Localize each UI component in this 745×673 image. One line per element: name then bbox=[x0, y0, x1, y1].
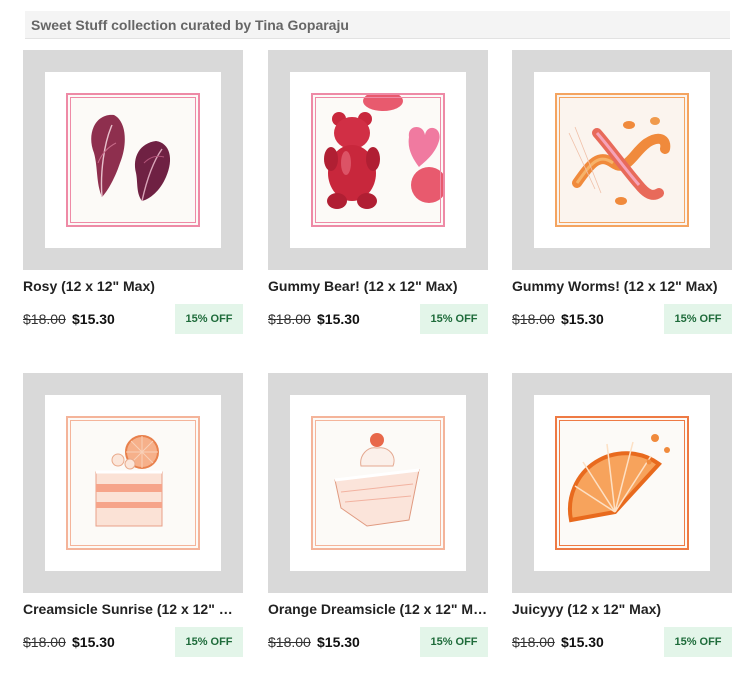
orange-slice-illustration bbox=[555, 416, 689, 550]
price-row: $18.00 $15.30 15% OFF bbox=[512, 627, 732, 657]
original-price: $18.00 bbox=[23, 634, 66, 650]
product-card[interactable]: Rosy (12 x 12" Max) $18.00 $15.30 15% OF… bbox=[23, 50, 243, 350]
product-mat bbox=[534, 72, 710, 248]
product-image-frame[interactable] bbox=[512, 373, 732, 593]
product-card[interactable]: Juicyyy (12 x 12" Max) $18.00 $15.30 15%… bbox=[512, 373, 732, 673]
price-row: $18.00 $15.30 15% OFF bbox=[512, 304, 732, 334]
product-card[interactable]: Gummy Bear! (12 x 12" Max) $18.00 $15.30… bbox=[268, 50, 488, 350]
price-row: $18.00 $15.30 15% OFF bbox=[268, 304, 488, 334]
product-mat bbox=[45, 72, 221, 248]
sale-price: $15.30 bbox=[561, 634, 604, 650]
original-price: $18.00 bbox=[268, 634, 311, 650]
sale-price: $15.30 bbox=[317, 634, 360, 650]
product-card[interactable]: Creamsicle Sunrise (12 x 12" Max) $18.00… bbox=[23, 373, 243, 673]
gummy-bear-illustration bbox=[311, 93, 445, 227]
gummy-worms-illustration bbox=[555, 93, 689, 227]
discount-badge: 15% OFF bbox=[664, 304, 732, 334]
product-image-frame[interactable] bbox=[23, 50, 243, 270]
product-mat bbox=[534, 395, 710, 571]
product-card[interactable]: Gummy Worms! (12 x 12" Max) $18.00 $15.3… bbox=[512, 50, 732, 350]
original-price: $18.00 bbox=[512, 311, 555, 327]
discount-badge: 15% OFF bbox=[175, 627, 243, 657]
discount-badge: 15% OFF bbox=[175, 304, 243, 334]
collection-title: Sweet Stuff collection curated by Tina G… bbox=[31, 17, 349, 33]
product-title[interactable]: Orange Dreamsicle (12 x 12" Max) bbox=[268, 601, 488, 617]
product-mat bbox=[290, 72, 466, 248]
product-mat bbox=[45, 395, 221, 571]
discount-badge: 15% OFF bbox=[664, 627, 732, 657]
sale-price: $15.30 bbox=[317, 311, 360, 327]
product-card[interactable]: Orange Dreamsicle (12 x 12" Max) $18.00 … bbox=[268, 373, 488, 673]
product-image-frame[interactable] bbox=[23, 373, 243, 593]
sale-price: $15.30 bbox=[72, 311, 115, 327]
product-image-frame[interactable] bbox=[512, 50, 732, 270]
cake-slice-illustration bbox=[66, 416, 200, 550]
discount-badge: 15% OFF bbox=[420, 304, 488, 334]
product-image-frame[interactable] bbox=[268, 373, 488, 593]
product-title[interactable]: Juicyyy (12 x 12" Max) bbox=[512, 601, 732, 617]
price-row: $18.00 $15.30 15% OFF bbox=[23, 627, 243, 657]
product-mat bbox=[290, 395, 466, 571]
product-title[interactable]: Creamsicle Sunrise (12 x 12" Max) bbox=[23, 601, 243, 617]
price-row: $18.00 $15.30 15% OFF bbox=[268, 627, 488, 657]
discount-badge: 15% OFF bbox=[420, 627, 488, 657]
collection-header: Sweet Stuff collection curated by Tina G… bbox=[25, 11, 730, 39]
original-price: $18.00 bbox=[23, 311, 66, 327]
pie-slice-illustration bbox=[311, 416, 445, 550]
original-price: $18.00 bbox=[268, 311, 311, 327]
product-title[interactable]: Rosy (12 x 12" Max) bbox=[23, 278, 243, 294]
product-title[interactable]: Gummy Worms! (12 x 12" Max) bbox=[512, 278, 732, 294]
product-image-frame[interactable] bbox=[268, 50, 488, 270]
sale-price: $15.30 bbox=[561, 311, 604, 327]
price-row: $18.00 $15.30 15% OFF bbox=[23, 304, 243, 334]
petals-illustration bbox=[66, 93, 200, 227]
product-title[interactable]: Gummy Bear! (12 x 12" Max) bbox=[268, 278, 488, 294]
sale-price: $15.30 bbox=[72, 634, 115, 650]
original-price: $18.00 bbox=[512, 634, 555, 650]
